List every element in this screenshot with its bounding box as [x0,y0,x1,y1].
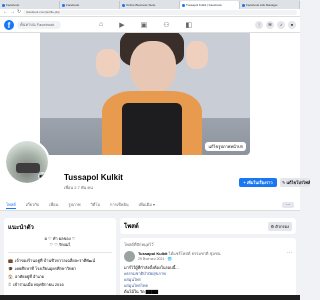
profile-name: Tussapol Kulkit [64,173,123,182]
bio-line: ♡ ♡ รักผมไ [49,242,71,247]
intro-detail-education: 🎓 เคยศึกษาที่ โรงเรียนอุดรศึกษาวิทยา [8,265,112,273]
nav-icons: ⌂ ▶ ▣ ⚇ ◧ [99,21,192,29]
favicon-icon [122,3,125,7]
friends-count[interactable]: เพื่อน 2.7 พัน คน [64,184,93,191]
browser-tab[interactable]: Facebook [0,1,60,9]
intro-detail-work: 💼 เจ้าของร้านอยู่ที่ บ้านชีวหวาลเฉลี่ยละร… [8,257,112,265]
posts-header: โพสต์ ⚙ ตัวกรอง [120,218,296,234]
camera-icon[interactable]: 📷 [38,172,47,181]
intro-title: แนะนำตัว [8,225,34,231]
notifications-icon[interactable]: ♪ [277,20,285,29]
tab-videos[interactable]: วิดีโอ [91,201,100,208]
nav-right-icons: ⋮ ✉ ♪ ● [255,20,296,29]
favicon-icon [242,3,245,7]
home-icon: 🏠 [8,274,13,279]
url-field[interactable]: facebook.com/profile.php [23,10,297,15]
menu-icon[interactable]: ⋮ [255,20,263,29]
marketplace-icon[interactable]: ▣ [141,21,148,29]
cover-person-apron [122,103,182,155]
clock-icon: ⏱ [8,282,12,287]
post-header: Tussapol Kulkit ได้แชร์โพสต์ ธรรมชาติ ชุ… [124,251,292,262]
tab-label: Tussapol Kulkit | Facebook [186,3,222,7]
address-bar: ← → ↻ facebook.com/profile.php [0,9,300,17]
account-icon[interactable]: ● [288,20,296,29]
post-meta: Tussapol Kulkit ได้แชร์โพสต์ ธรรมชาติ ชุ… [138,251,220,262]
tab-label: Facebook [6,3,20,7]
facebook-favicon-icon [2,3,5,7]
filter-button[interactable]: ⚙ ตัวกรอง [267,222,292,231]
browser-tab[interactable]: Facebook Ads Manager [240,1,300,9]
post-source[interactable]: ได้แชร์โพสต์ ธรรมชาติ ชุมชน [169,251,221,256]
posts-title: โพสต์ [124,224,139,230]
tab-about[interactable]: เกี่ยวกับ [26,201,39,208]
profile-avatar[interactable]: 📷 [4,139,50,185]
edit-profile-button[interactable]: ✎ แก้ไขโปรไฟล์ [280,178,310,187]
tab-label: Online Business Suite [126,3,156,7]
browser-tab[interactable]: Facebook [60,1,120,9]
add-story-button[interactable]: + เพิ่มในเรื่องราว [239,178,277,187]
cover-hand-right [186,41,208,69]
browser-tab[interactable]: Online Business Suite [120,1,180,9]
intro-card: แนะนำตัว ผ ♡ ทำ ผลของ ♡ ♡ ♡ รักผมไ 💼 เจ้า… [4,218,116,300]
post-options-icon[interactable]: ··· [287,250,292,256]
gaming-icon[interactable]: ◧ [186,21,193,29]
profile-tabs: โพสต์ เกี่ยวกับ เพื่อน รูปภาพ วิดีโอ การ… [0,199,300,211]
detail-text: เจ้าของร้านอยู่ที่ บ้านชีวหวาลเฉลี่ยละรา… [14,258,96,263]
detail-text: เข้าร่วมเมื่อ พฤศจิกายน 2016 [13,282,64,287]
tab-label: Facebook [66,3,80,7]
post-author[interactable]: Tussapol Kulkit [138,251,167,256]
tab-friends[interactable]: เพื่อน [49,201,58,208]
more-options-button[interactable]: ··· [282,201,294,208]
reload-icon[interactable]: ↻ [17,10,21,15]
back-icon[interactable]: ← [3,10,8,15]
cover-photo[interactable]: แก้ไขรูปภาพหน้าปก [40,33,250,155]
intro-detail-location: 🏠 อาศัยอยู่ที่ อำเภอ [8,273,112,281]
home-icon[interactable]: ⌂ [99,21,103,29]
post-author-avatar[interactable] [124,251,135,262]
forward-icon[interactable]: → [10,10,15,15]
graduation-cap-icon: 🎓 [8,266,13,271]
tab-checkins[interactable]: การเช็คอิน [110,201,129,208]
browser-tab-strip: Facebook Facebook Online Business Suite … [0,0,300,9]
tab-posts[interactable]: โพสต์ [6,201,16,209]
facebook-logo[interactable]: f [4,19,14,30]
watch-icon[interactable]: ▶ [119,21,124,29]
cover-hand-left [96,49,120,77]
intro-divider [8,252,112,253]
messenger-icon[interactable]: ✉ [266,20,274,29]
os-taskbar [0,295,300,300]
tab-more[interactable]: เพิ่มเติม ▾ [139,201,155,208]
groups-icon[interactable]: ⚇ [163,21,169,29]
post-card: โพสต์ที่ปักหมุดไว้ Tussapol Kulkit ได้แช… [120,238,296,300]
detail-text: อาศัยอยู่ที่ อำเภอ [14,274,45,279]
cover-person-face [130,41,176,93]
tab-label: Facebook Ads Manager [246,3,278,7]
facebook-favicon-icon [62,3,65,7]
search-input[interactable]: ค้นหาบน Facebook [17,20,61,29]
intro-detail-joined: ⏱ เข้าร่วมเมื่อ พฤศจิกายน 2016 [8,281,112,289]
briefcase-icon: 💼 [8,258,13,263]
detail-text: เคยศึกษาที่ โรงเรียนอุดรศึกษาวิทยา [14,266,77,271]
tab-photos[interactable]: รูปภาพ [68,201,80,208]
post-date[interactable]: 29 สิงหาคม 2021 · 🌐 [138,257,172,261]
facebook-favicon-icon [182,3,185,7]
profile-header: แก้ไขรูปภาพหน้าปก 📷 Tussapol Kulkit เพื่… [0,33,310,200]
post-body: มาร์ไว้ผู้ที่กำลังตั้งท้องในรอบนี้... #ธ… [124,265,292,295]
pinned-label: โพสต์ที่ปักหมุดไว้ [124,242,154,247]
browser-tab-active[interactable]: Tussapol Kulkit | Facebook [180,1,240,9]
motorbike-shape [16,163,40,173]
facebook-top-nav: f ค้นหาบน Facebook ⌂ ▶ ▣ ⚇ ◧ ⋮ ✉ ♪ ● [0,17,300,33]
edit-cover-button[interactable]: แก้ไขรูปภาพหน้าปก [205,142,246,151]
